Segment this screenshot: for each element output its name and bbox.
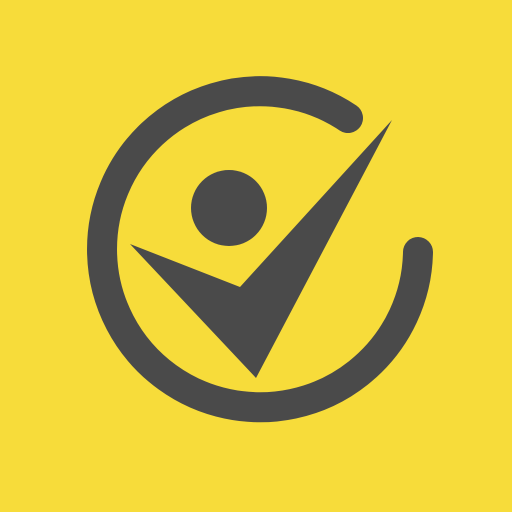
app-icon-svg [0, 0, 512, 512]
person-head-icon [191, 170, 267, 246]
app-icon [0, 0, 512, 512]
